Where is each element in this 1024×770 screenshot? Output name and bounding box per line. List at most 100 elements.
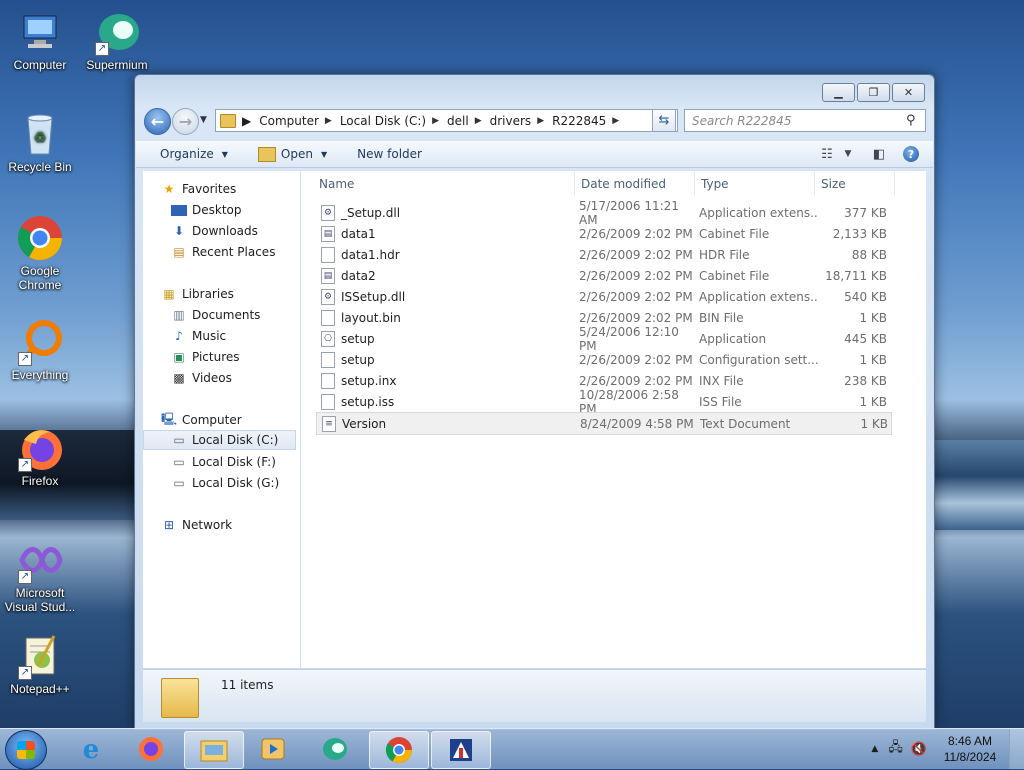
address-bar[interactable]: ▶ Computer ▶ Local Disk (C:) ▶ dell ▶ drive…	[215, 109, 678, 132]
close-button[interactable]: ✕	[892, 83, 925, 102]
open-label: Open	[280, 147, 313, 161]
column-divider[interactable]	[694, 171, 695, 195]
back-button[interactable]: ←	[144, 108, 171, 135]
view-options-dropdown-icon[interactable]: ▼	[841, 149, 855, 159]
file-row[interactable]: setup 2/26/2009 2:02 PM Configuration sett…	[316, 349, 890, 370]
breadcrumb-label[interactable]: dell	[447, 114, 469, 128]
svg-text:e: e	[83, 735, 100, 763]
chevron-right-icon[interactable]: ▶	[242, 114, 251, 128]
new-folder-button[interactable]: New folder	[349, 143, 430, 165]
breadcrumb-computer[interactable]: Computer ▶	[259, 114, 340, 128]
taskbar-firefox[interactable]	[122, 731, 180, 767]
chevron-right-icon[interactable]: ▶	[537, 116, 544, 126]
refresh-button[interactable]: ⇆	[652, 109, 676, 132]
nav-downloads[interactable]: ⬇ Downloads	[171, 221, 258, 241]
search-icon[interactable]: ⚲	[906, 113, 920, 128]
folder-icon	[220, 113, 236, 128]
taskbar-app[interactable]	[431, 731, 491, 769]
breadcrumb-dell[interactable]: dell ▶	[447, 114, 490, 128]
chevron-right-icon[interactable]: ▶	[432, 116, 439, 126]
desktop-icon	[171, 204, 187, 216]
nav-desktop[interactable]: Desktop	[171, 200, 242, 220]
preview-pane-icon[interactable]: ◧	[865, 147, 893, 162]
help-icon[interactable]: ?	[903, 146, 919, 162]
nav-computer[interactable]: 🖳 Computer	[161, 410, 242, 430]
forward-button[interactable]: →	[172, 108, 199, 135]
open-button[interactable]: Open ▼	[250, 143, 335, 165]
clock-date: 11/8/2024	[943, 750, 997, 764]
breadcrumb-label[interactable]: drivers	[490, 114, 532, 128]
taskbar-chrome[interactable]	[369, 731, 429, 769]
taskbar-media-player[interactable]	[244, 731, 302, 767]
desktop-icon-computer[interactable]: Computer	[0, 8, 80, 72]
drive-icon: ▭	[173, 476, 185, 490]
change-view-icon[interactable]: ☷	[813, 147, 841, 162]
start-button[interactable]	[5, 730, 47, 770]
desktop-icon-visual-studio[interactable]: ↗ Microsoft Visual Stud...	[0, 536, 80, 614]
breadcrumb-label[interactable]: R222845	[552, 114, 606, 128]
taskbar-internet-explorer[interactable]: e	[62, 731, 120, 767]
nav-recent-places[interactable]: ▤ Recent Places	[171, 242, 275, 262]
desktop-icon-firefox[interactable]: ↗ Firefox	[0, 424, 80, 488]
minimize-button[interactable]: ▁	[822, 83, 855, 102]
chevron-right-icon[interactable]: ▶	[475, 116, 482, 126]
desktop-icon-supermium[interactable]: ↗ Supermium	[77, 8, 157, 72]
volume-muted-icon[interactable]: 🔇	[911, 742, 927, 757]
desktop-icon-notepadpp[interactable]: ↗ Notepad++	[0, 632, 80, 696]
file-row[interactable]: ≡ Version 8/24/2009 4:58 PM Text Document 1 …	[316, 412, 892, 435]
nav-favorites[interactable]: ★ Favorites	[161, 179, 237, 199]
file-date-modified: 2/26/2009 2:02 PM	[579, 310, 693, 325]
file-row[interactable]: ⚙ _Setup.dll 5/17/2006 11:21 AM Application…	[316, 199, 890, 227]
breadcrumb-r222845[interactable]: R222845 ▶	[552, 114, 627, 128]
search-box[interactable]: Search R222845 ⚲	[684, 109, 926, 132]
file-row[interactable]: ▤ data2 2/26/2009 2:02 PM Cabinet File 18,71…	[316, 265, 890, 286]
file-row[interactable]: ▤ data1 2/26/2009 2:02 PM Cabinet File 2,133…	[316, 223, 890, 244]
desktop-icon-label: Firefox	[21, 474, 59, 488]
maximize-button[interactable]: ❐	[857, 83, 890, 102]
column-divider[interactable]	[894, 171, 895, 195]
show-hidden-icons-icon[interactable]: ▲	[871, 744, 878, 754]
nav-pictures[interactable]: ▣ Pictures	[171, 347, 239, 367]
recent-pages-dropdown[interactable]: ▼	[200, 115, 207, 125]
taskbar-explorer[interactable]	[184, 731, 244, 769]
nav-videos[interactable]: ▩ Videos	[171, 368, 232, 388]
file-name: ISSetup.dll	[341, 289, 406, 304]
navigation-pane: ★ Favorites Desktop ⬇ Downloads ▤ Recent Pl…	[143, 171, 301, 668]
column-header-name[interactable]: Name	[319, 174, 354, 194]
file-row[interactable]: setup.iss 10/28/2006 2:58 PM ISS File 1 KB	[316, 388, 890, 416]
nav-music[interactable]: ♪ Music	[171, 326, 226, 346]
nav-network[interactable]: ⊞ Network	[161, 515, 232, 535]
search-input[interactable]: Search R222845	[685, 114, 906, 128]
breadcrumb-drivers[interactable]: drivers ▶	[490, 114, 552, 128]
taskbar-supermium[interactable]	[306, 731, 364, 767]
item-count: 11 items	[221, 678, 274, 692]
nav-local-disk-c[interactable]: ▭ Local Disk (C:)	[143, 430, 296, 450]
file-row[interactable]: ⎔ setup 5/24/2006 12:10 PM Application 445 K…	[316, 325, 890, 353]
file-row[interactable]: ⚙ ISSetup.dll 2/26/2009 2:02 PM Application…	[316, 286, 890, 307]
file-row[interactable]: data1.hdr 2/26/2009 2:02 PM HDR File 88 KB	[316, 244, 890, 265]
show-desktop-button[interactable]	[1009, 729, 1024, 769]
file-date-modified: 2/26/2009 2:02 PM	[579, 226, 693, 241]
desktop-icon-recycle-bin[interactable]: ♻ Recycle Bin	[0, 110, 80, 174]
column-header-type[interactable]: Type	[701, 174, 729, 194]
breadcrumb-local-disk-c[interactable]: Local Disk (C:) ▶	[340, 114, 447, 128]
nav-local-disk-f[interactable]: ▭ Local Disk (F:)	[171, 452, 276, 472]
desktop-icon-google-chrome[interactable]: Google Chrome	[0, 214, 80, 292]
breadcrumb-label[interactable]: Local Disk (C:)	[340, 114, 426, 128]
column-header-size[interactable]: Size	[821, 174, 846, 194]
nav-libraries[interactable]: ▦ Libraries	[161, 284, 234, 304]
organize-button[interactable]: Organize ▼	[152, 143, 236, 165]
nav-label: Libraries	[182, 287, 234, 301]
chevron-right-icon[interactable]: ▶	[325, 116, 332, 126]
chevron-right-icon[interactable]: ▶	[612, 116, 619, 126]
clock[interactable]: 8:46 AM 11/8/2024	[935, 733, 1005, 765]
column-divider[interactable]	[814, 171, 815, 195]
column-divider[interactable]	[574, 171, 575, 195]
desktop-icon-everything[interactable]: ↗ Everything	[0, 318, 80, 382]
shortcut-arrow-icon: ↗	[18, 352, 32, 366]
breadcrumb-label[interactable]: Computer	[259, 114, 319, 128]
nav-documents[interactable]: ▥ Documents	[171, 305, 260, 325]
nav-local-disk-g[interactable]: ▭ Local Disk (G:)	[171, 473, 279, 493]
column-header-date[interactable]: Date modified	[581, 174, 666, 194]
network-tray-icon[interactable]: 🖧	[888, 738, 903, 760]
